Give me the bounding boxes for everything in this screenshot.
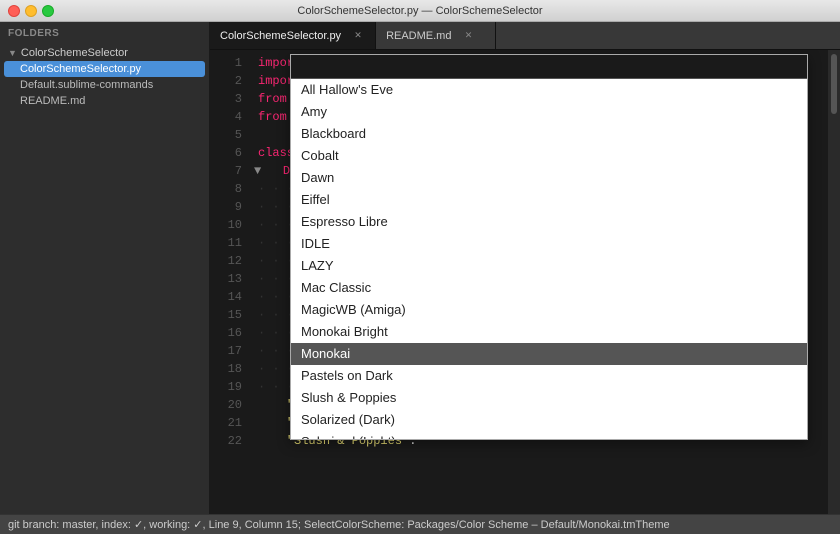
- dropdown-item-12[interactable]: Monokai: [291, 343, 807, 365]
- ln-6: 6: [210, 144, 242, 162]
- ln-14: 14: [210, 288, 242, 306]
- ln-4: 4: [210, 108, 242, 126]
- title-bar: ColorSchemeSelector.py — ColorSchemeSele…: [0, 0, 840, 22]
- window-title: ColorSchemeSelector.py — ColorSchemeSele…: [297, 5, 542, 17]
- dropdown-item-11[interactable]: Monokai Bright: [291, 321, 807, 343]
- dropdown-item-13[interactable]: Pastels on Dark: [291, 365, 807, 387]
- dropdown-container[interactable]: All Hallow's EveAmyBlackboardCobaltDawnE…: [290, 54, 808, 440]
- ln-21: 21: [210, 414, 242, 432]
- sidebar-item-readme[interactable]: README.md: [0, 93, 209, 109]
- dropdown-item-1[interactable]: Amy: [291, 101, 807, 123]
- dropdown-item-0[interactable]: All Hallow's Eve: [291, 79, 807, 101]
- close-button[interactable]: [8, 5, 20, 17]
- sidebar-folders-header: FOLDERS: [0, 22, 209, 45]
- folder-arrow-icon: ▼: [8, 48, 17, 58]
- tab-colorscheme-py[interactable]: ColorSchemeSelector.py ✕: [210, 22, 376, 49]
- main-layout: FOLDERS ▼ ColorSchemeSelector ColorSchem…: [0, 22, 840, 514]
- ln-1: 1: [210, 54, 242, 72]
- ln-18: 18: [210, 360, 242, 378]
- dropdown-item-14[interactable]: Slush & Poppies: [291, 387, 807, 409]
- dropdown-search-bar[interactable]: [291, 55, 807, 79]
- status-bar: git branch: master, index: ✓, working: ✓…: [0, 514, 840, 534]
- tab-bar: ColorSchemeSelector.py ✕ README.md ✕: [210, 22, 840, 50]
- editor-area: ColorSchemeSelector.py ✕ README.md ✕ 1 2…: [210, 22, 840, 514]
- dropdown-item-16[interactable]: Solarized (Light): [291, 431, 807, 439]
- folder-name: ColorSchemeSelector: [21, 47, 128, 59]
- dropdown-search-input[interactable]: [297, 59, 801, 73]
- ln-7: 7: [210, 162, 242, 180]
- ln-9: 9: [210, 198, 242, 216]
- dropdown-item-8[interactable]: LAZY: [291, 255, 807, 277]
- tab-close-0[interactable]: ✕: [351, 29, 365, 43]
- dropdown-item-7[interactable]: IDLE: [291, 233, 807, 255]
- line-numbers: 1 2 3 4 5 6 7 8 9 10 11 12 13 14 15 16 1…: [210, 50, 250, 514]
- ln-15: 15: [210, 306, 242, 324]
- window-controls[interactable]: [8, 5, 54, 17]
- ln-11: 11: [210, 234, 242, 252]
- dropdown-item-6[interactable]: Espresso Libre: [291, 211, 807, 233]
- dropdown-item-9[interactable]: Mac Classic: [291, 277, 807, 299]
- tab-label-1: README.md: [386, 30, 451, 42]
- tab-label-0: ColorSchemeSelector.py: [220, 30, 341, 42]
- ln-5: 5: [210, 126, 242, 144]
- dropdown-item-2[interactable]: Blackboard: [291, 123, 807, 145]
- ln-8: 8: [210, 180, 242, 198]
- scrollbar-thumb[interactable]: [831, 54, 837, 114]
- dropdown-item-10[interactable]: MagicWB (Amiga): [291, 299, 807, 321]
- sidebar-item-default-commands[interactable]: Default.sublime-commands: [0, 77, 209, 93]
- ln-19: 19: [210, 378, 242, 396]
- minimize-button[interactable]: [25, 5, 37, 17]
- ln-20: 20: [210, 396, 242, 414]
- dropdown-item-4[interactable]: Dawn: [291, 167, 807, 189]
- tab-close-1[interactable]: ✕: [461, 29, 475, 43]
- tab-readme[interactable]: README.md ✕: [376, 22, 496, 49]
- ln-17: 17: [210, 342, 242, 360]
- dropdown-item-15[interactable]: Solarized (Dark): [291, 409, 807, 431]
- code-area[interactable]: import s import c from gl... from ra... …: [250, 50, 828, 514]
- editor-scrollbar[interactable]: [828, 50, 840, 514]
- ln-10: 10: [210, 216, 242, 234]
- editor-content: 1 2 3 4 5 6 7 8 9 10 11 12 13 14 15 16 1…: [210, 50, 840, 514]
- dropdown-item-3[interactable]: Cobalt: [291, 145, 807, 167]
- maximize-button[interactable]: [42, 5, 54, 17]
- ln-13: 13: [210, 270, 242, 288]
- ln-22: 22: [210, 432, 242, 450]
- ln-12: 12: [210, 252, 242, 270]
- sidebar-root-folder: ▼ ColorSchemeSelector: [0, 45, 209, 61]
- dropdown-list[interactable]: All Hallow's EveAmyBlackboardCobaltDawnE…: [291, 79, 807, 439]
- sidebar-item-colorscheme-py[interactable]: ColorSchemeSelector.py: [4, 61, 205, 77]
- dropdown-item-5[interactable]: Eiffel: [291, 189, 807, 211]
- status-text: git branch: master, index: ✓, working: ✓…: [8, 518, 670, 531]
- ln-16: 16: [210, 324, 242, 342]
- sidebar: FOLDERS ▼ ColorSchemeSelector ColorSchem…: [0, 22, 210, 514]
- ln-3: 3: [210, 90, 242, 108]
- ln-2: 2: [210, 72, 242, 90]
